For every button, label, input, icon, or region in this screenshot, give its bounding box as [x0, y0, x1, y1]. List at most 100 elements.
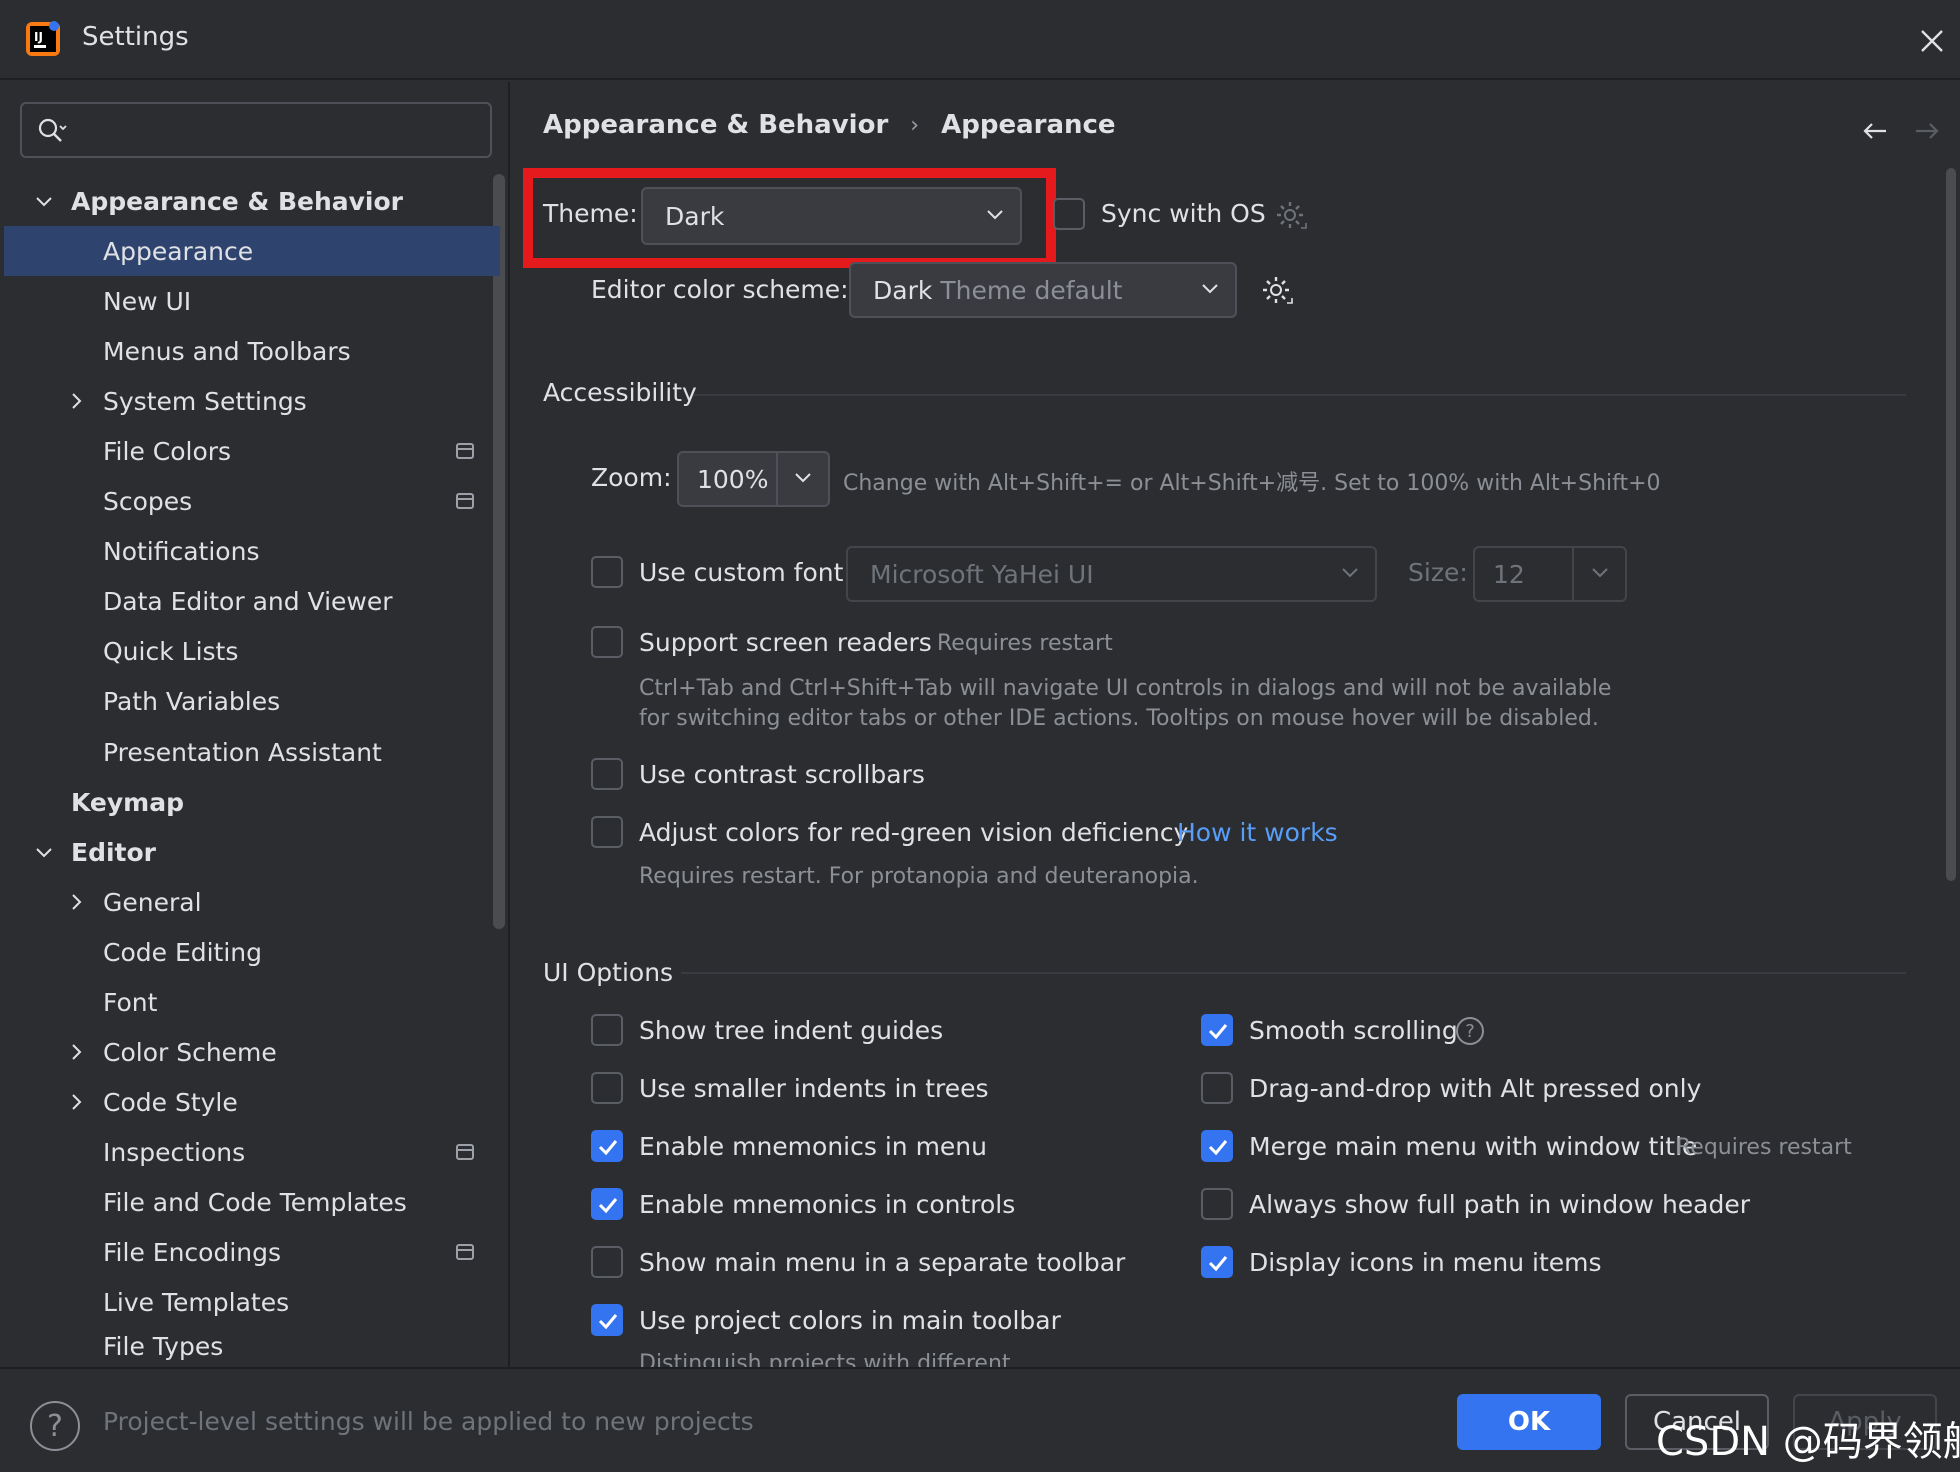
chevron-down-icon: [1342, 568, 1358, 578]
sidebar-item-new-ui[interactable]: New UI: [4, 276, 500, 326]
checkmark-icon: [1208, 1024, 1228, 1040]
screen-readers-label: Support screen readers: [639, 628, 932, 657]
sidebar-item-path-variables[interactable]: Path Variables: [4, 676, 500, 726]
main-scrollbar[interactable]: [1946, 168, 1956, 881]
sidebar-item-editor[interactable]: Editor: [4, 827, 500, 877]
sidebar-item-inspections[interactable]: Inspections: [4, 1127, 500, 1177]
ui-option-label: Enable mnemonics in controls: [639, 1190, 1016, 1219]
font-size-label: Size:: [1408, 558, 1468, 587]
sidebar-item-presentation-assistant[interactable]: Presentation Assistant: [4, 727, 500, 777]
sidebar-item-font[interactable]: Font: [4, 977, 500, 1027]
sidebar-item-label: File Types: [103, 1332, 224, 1361]
ui-option-checkbox[interactable]: [1201, 1130, 1233, 1162]
editor-scheme-subvalue: Theme default: [940, 275, 1123, 305]
ui-option-checkbox[interactable]: [591, 1130, 623, 1162]
ui-option-checkbox[interactable]: [1201, 1188, 1233, 1220]
chevron-down-icon: [36, 848, 52, 858]
ui-option-checkbox[interactable]: [591, 1304, 623, 1336]
sidebar-item-general[interactable]: General: [4, 877, 500, 927]
ui-option-checkbox[interactable]: [591, 1188, 623, 1220]
chevron-down-icon: [1202, 284, 1218, 294]
sidebar-item-code-style[interactable]: Code Style: [4, 1077, 500, 1127]
sidebar-item-menus-toolbars[interactable]: Menus and Toolbars: [4, 326, 500, 376]
project-level-icon: [456, 1144, 474, 1160]
ui-option-label: Merge main menu with window title: [1249, 1132, 1698, 1161]
ui-option-checkbox[interactable]: [591, 1246, 623, 1278]
sidebar-item-label: File Colors: [103, 436, 232, 466]
sidebar-item-label: Data Editor and Viewer: [103, 586, 393, 616]
sidebar-item-notifications[interactable]: Notifications: [4, 526, 500, 576]
editor-scheme-label: Editor color scheme:: [591, 275, 849, 304]
sidebar-item-keymap[interactable]: Keymap: [4, 777, 500, 827]
sidebar-item-label: File Encodings: [103, 1237, 282, 1267]
chevron-right-icon: [72, 894, 82, 910]
contrast-scrollbars-checkbox[interactable]: [591, 758, 623, 790]
close-icon[interactable]: [1915, 24, 1949, 58]
ok-button[interactable]: OK: [1457, 1394, 1601, 1450]
sidebar-item-label: Quick Lists: [103, 636, 239, 666]
sidebar-item-file-code-templates[interactable]: File and Code Templates: [4, 1177, 500, 1227]
ui-option-checkbox[interactable]: [1201, 1072, 1233, 1104]
red-green-checkbox[interactable]: [591, 816, 623, 848]
sidebar-item-label: Notifications: [103, 536, 260, 566]
sidebar-item-label: Inspections: [103, 1137, 246, 1167]
search-icon: [38, 118, 67, 142]
watermark: CSDN @码界领航: [1656, 1419, 1960, 1465]
sidebar-item-file-types[interactable]: File Types: [4, 1327, 500, 1367]
gear-icon[interactable]: [1273, 198, 1309, 234]
sidebar-item-file-encodings[interactable]: File Encodings: [4, 1227, 500, 1277]
help-button[interactable]: ?: [30, 1401, 80, 1451]
svg-text:IJ: IJ: [34, 30, 43, 44]
sidebar-item-file-colors[interactable]: File Colors: [4, 426, 500, 476]
contrast-scrollbars-label: Use contrast scrollbars: [639, 760, 925, 789]
sidebar-item-live-templates[interactable]: Live Templates: [4, 1277, 500, 1327]
chevron-down-icon: [1592, 568, 1608, 578]
screen-readers-checkbox[interactable]: [591, 626, 623, 658]
gear-icon[interactable]: [1259, 273, 1295, 309]
ui-option-label: Show main menu in a separate toolbar: [639, 1248, 1126, 1277]
chevron-down-icon: [795, 473, 811, 483]
project-level-icon: [456, 493, 474, 509]
sidebar-item-code-editing[interactable]: Code Editing: [4, 927, 500, 977]
checkmark-icon: [598, 1140, 618, 1156]
ui-option-checkbox[interactable]: [1201, 1246, 1233, 1278]
zoom-hint: Change with Alt+Shift+= or Alt+Shift+减号.…: [843, 471, 1661, 496]
font-size-dropdown[interactable]: 12: [1473, 546, 1627, 602]
ui-option-checkbox[interactable]: [591, 1014, 623, 1046]
breadcrumb-current: Appearance: [941, 110, 1116, 140]
sidebar-item-appearance-behavior[interactable]: Appearance & Behavior: [4, 176, 500, 226]
section-divider: [693, 394, 1906, 396]
arrow-right-icon[interactable]: [1910, 114, 1944, 148]
sidebar-item-system-settings[interactable]: System Settings: [4, 376, 500, 426]
sidebar-item-quick-lists[interactable]: Quick Lists: [4, 626, 500, 676]
section-divider: [681, 972, 1906, 974]
ui-option-checkbox[interactable]: [591, 1072, 623, 1104]
help-icon[interactable]: ?: [1456, 1017, 1484, 1045]
sidebar-item-scopes[interactable]: Scopes: [4, 476, 500, 526]
sync-with-os-checkbox[interactable]: [1053, 198, 1085, 230]
custom-font-dropdown[interactable]: Microsoft YaHei UI: [846, 546, 1377, 602]
dialog-footer: ? Project-level settings will be applied…: [0, 1367, 1960, 1472]
search-box[interactable]: [20, 102, 492, 158]
zoom-dropdown[interactable]: 100%: [677, 451, 830, 507]
sidebar-item-label: Editor: [71, 837, 156, 867]
ui-option-label: Use project colors in main toolbar: [639, 1306, 1061, 1335]
breadcrumb-parent[interactable]: Appearance & Behavior: [543, 110, 888, 140]
search-input[interactable]: [78, 114, 478, 148]
screen-readers-description: for switching editor tabs or other IDE a…: [639, 706, 1599, 731]
arrow-left-icon[interactable]: [1858, 114, 1892, 148]
sidebar-item-label: New UI: [103, 286, 192, 316]
sidebar-item-label: System Settings: [103, 386, 307, 416]
sidebar-item-color-scheme[interactable]: Color Scheme: [4, 1027, 500, 1077]
sidebar-item-label: Appearance: [103, 236, 254, 266]
sidebar-item-data-editor[interactable]: Data Editor and Viewer: [4, 576, 500, 626]
ui-option-label: Show tree indent guides: [639, 1016, 944, 1045]
how-it-works-link[interactable]: How it works: [1177, 818, 1338, 847]
custom-font-checkbox[interactable]: [591, 556, 623, 588]
sidebar-item-label: Menus and Toolbars: [103, 336, 351, 366]
sidebar-item-appearance[interactable]: Appearance: [4, 226, 500, 276]
red-green-description: Requires restart. For protanopia and deu…: [639, 864, 1199, 889]
editor-scheme-dropdown[interactable]: Dark Theme default: [849, 262, 1237, 318]
sidebar-item-label: Code Style: [103, 1087, 238, 1117]
ui-option-checkbox[interactable]: [1201, 1014, 1233, 1046]
